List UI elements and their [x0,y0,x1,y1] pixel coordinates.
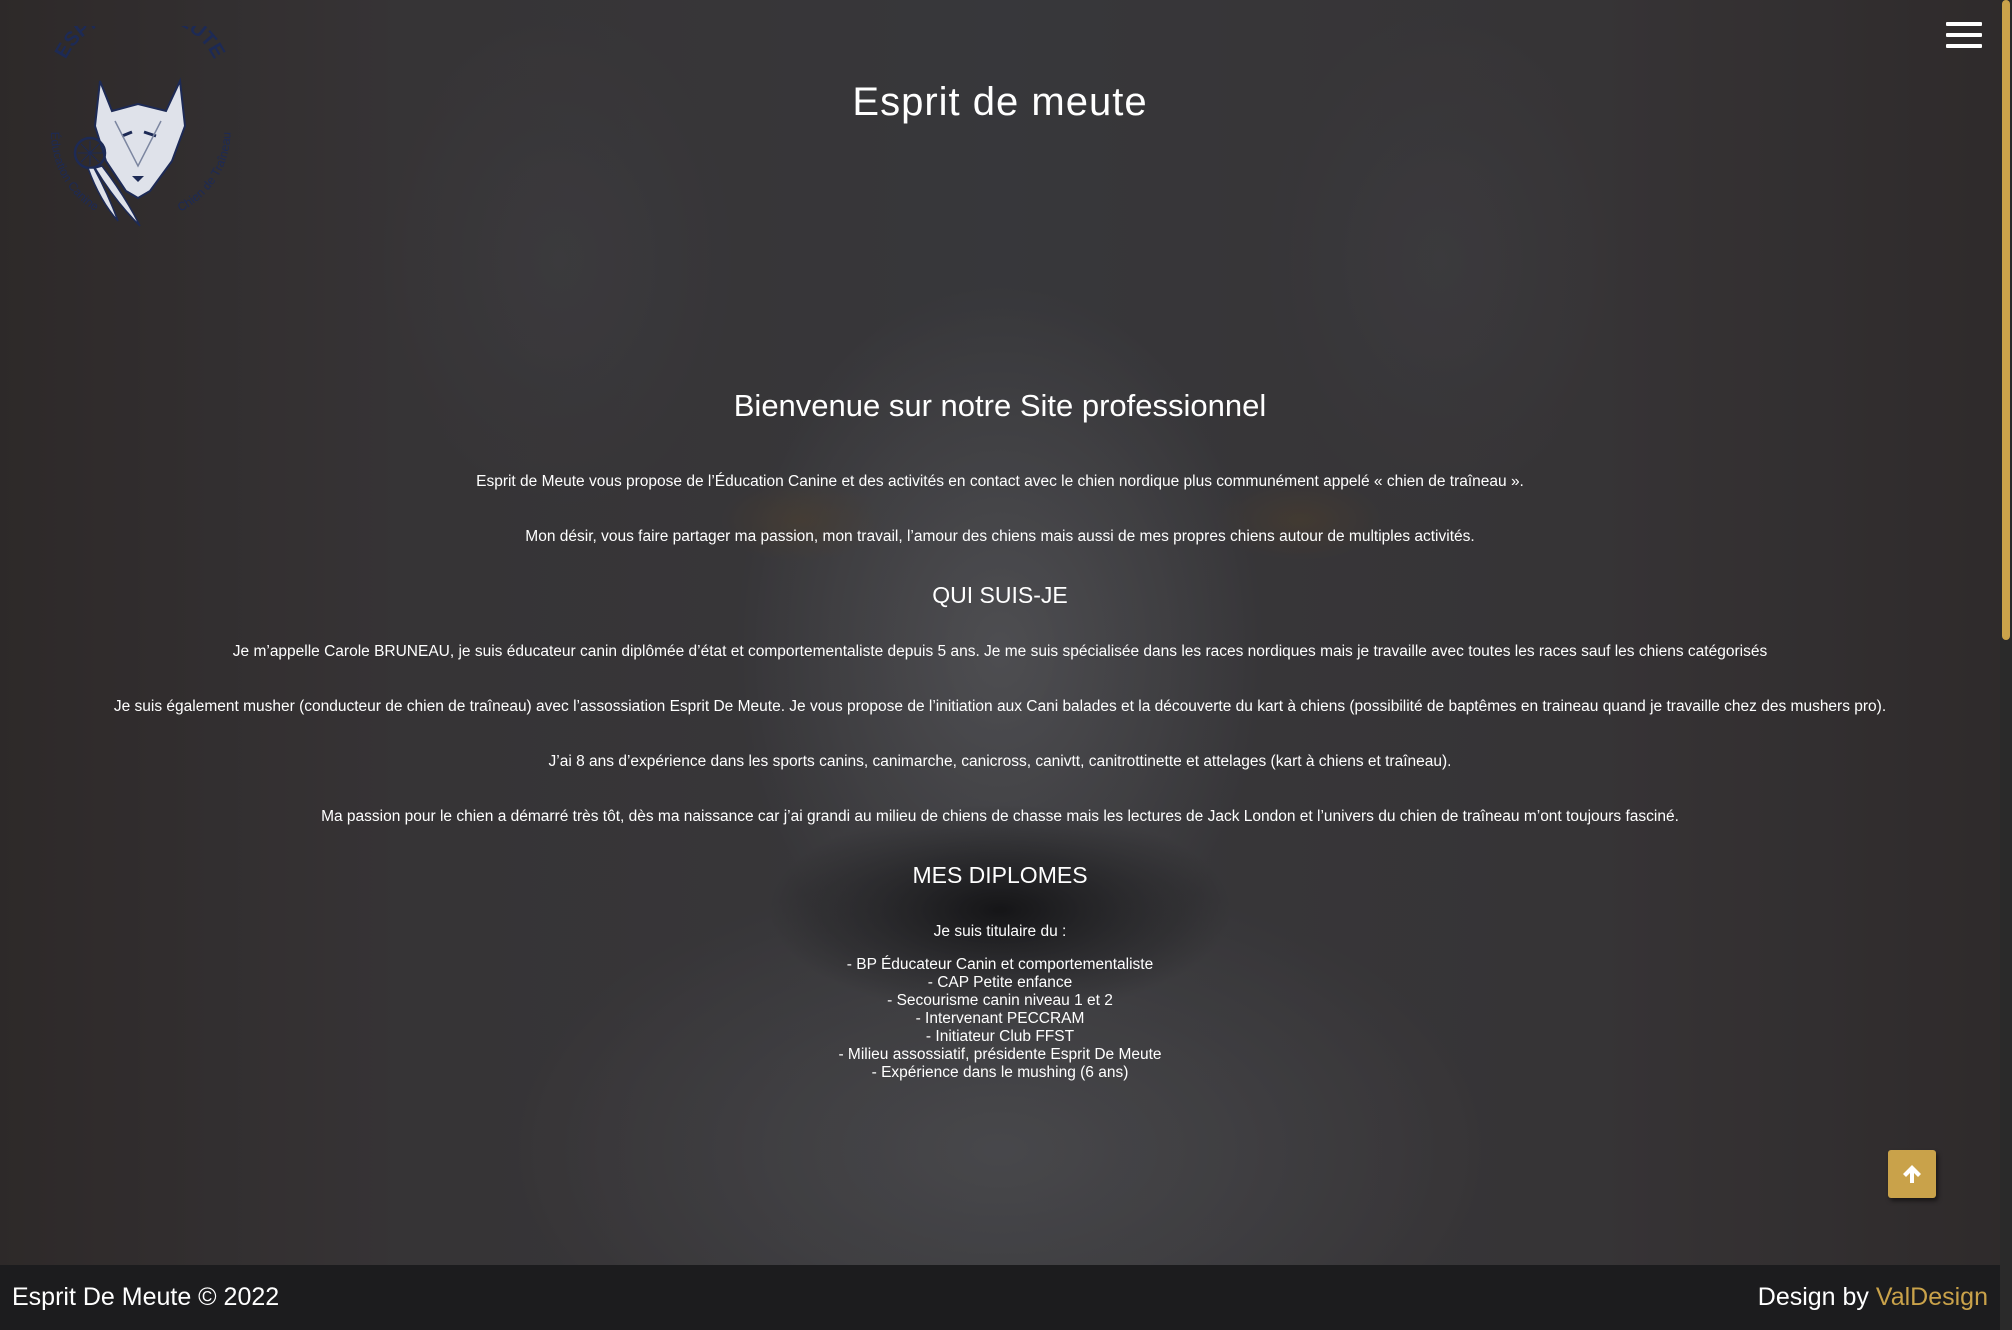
diploma-list: - BP Éducateur Canin et comportementalis… [0,956,2000,1082]
diplomas-heading: MES DIPLOMES [912,862,1088,888]
logo-right-text: Chien de Traîneau [175,132,234,215]
intro-paragraph: Mon désir, vous faire partager ma passio… [525,528,1475,545]
hamburger-line [1946,22,1982,26]
designer-link[interactable]: ValDesign [1876,1283,1988,1311]
diploma-item: - BP Éducateur Canin et comportementalis… [846,956,1154,973]
footer-copyright: Esprit De Meute © 2022 [12,1283,280,1311]
hamburger-menu-icon[interactable] [1946,22,1982,48]
hamburger-line [1946,33,1982,37]
diploma-item: - Secourisme canin niveau 1 et 2 [887,992,1113,1009]
scrollbar[interactable] [2000,0,2012,1330]
site-title: Esprit de meute [852,80,1148,124]
about-paragraph: J’ai 8 ans d’expérience dans les sports … [548,753,1452,770]
intro-paragraph: Esprit de Meute vous propose de l’Éducat… [476,473,1524,490]
footer: Esprit De Meute © 2022 Design by ValDesi… [0,1265,2000,1330]
site-logo[interactable]: ESPRIT DE MEUTE Éducation Canine Chien d… [40,0,235,231]
diploma-item: - Initiateur Club FFST [925,1028,1075,1045]
main-content: Bienvenue sur notre Site professionnel E… [0,388,2000,1082]
diploma-item: - CAP Petite enfance [927,974,1073,991]
about-paragraph: Ma passion pour le chien a démarré très … [321,808,1679,825]
hamburger-line [1946,44,1982,48]
scrollbar-thumb[interactable] [2002,0,2010,640]
about-paragraph: Je suis également musher (conducteur de … [113,698,1887,715]
arrow-up-icon [1903,1165,1921,1183]
footer-design-prefix: Design by [1757,1283,1869,1311]
about-paragraph: Je m’appelle Carole BRUNEAU, je suis édu… [232,643,1768,660]
about-heading: QUI SUIS-JE [932,582,1068,608]
welcome-heading: Bienvenue sur notre Site professionnel [733,388,1267,423]
diplomas-intro: Je suis titulaire du : [933,923,1067,940]
diploma-item: - Expérience dans le mushing (6 ans) [871,1064,1129,1081]
logo-top-text: ESPRIT DE MEUTE [51,26,229,62]
wolf-head-logo-icon: ESPRIT DE MEUTE Éducation Canine Chien d… [48,0,234,227]
scroll-to-top-button[interactable] [1888,1150,1936,1198]
diploma-item: - Intervenant PECCRAM [915,1010,1085,1027]
diploma-item: - Milieu assossiatif, présidente Esprit … [838,1046,1162,1063]
footer-credit: Design by ValDesign [1758,1283,1988,1312]
